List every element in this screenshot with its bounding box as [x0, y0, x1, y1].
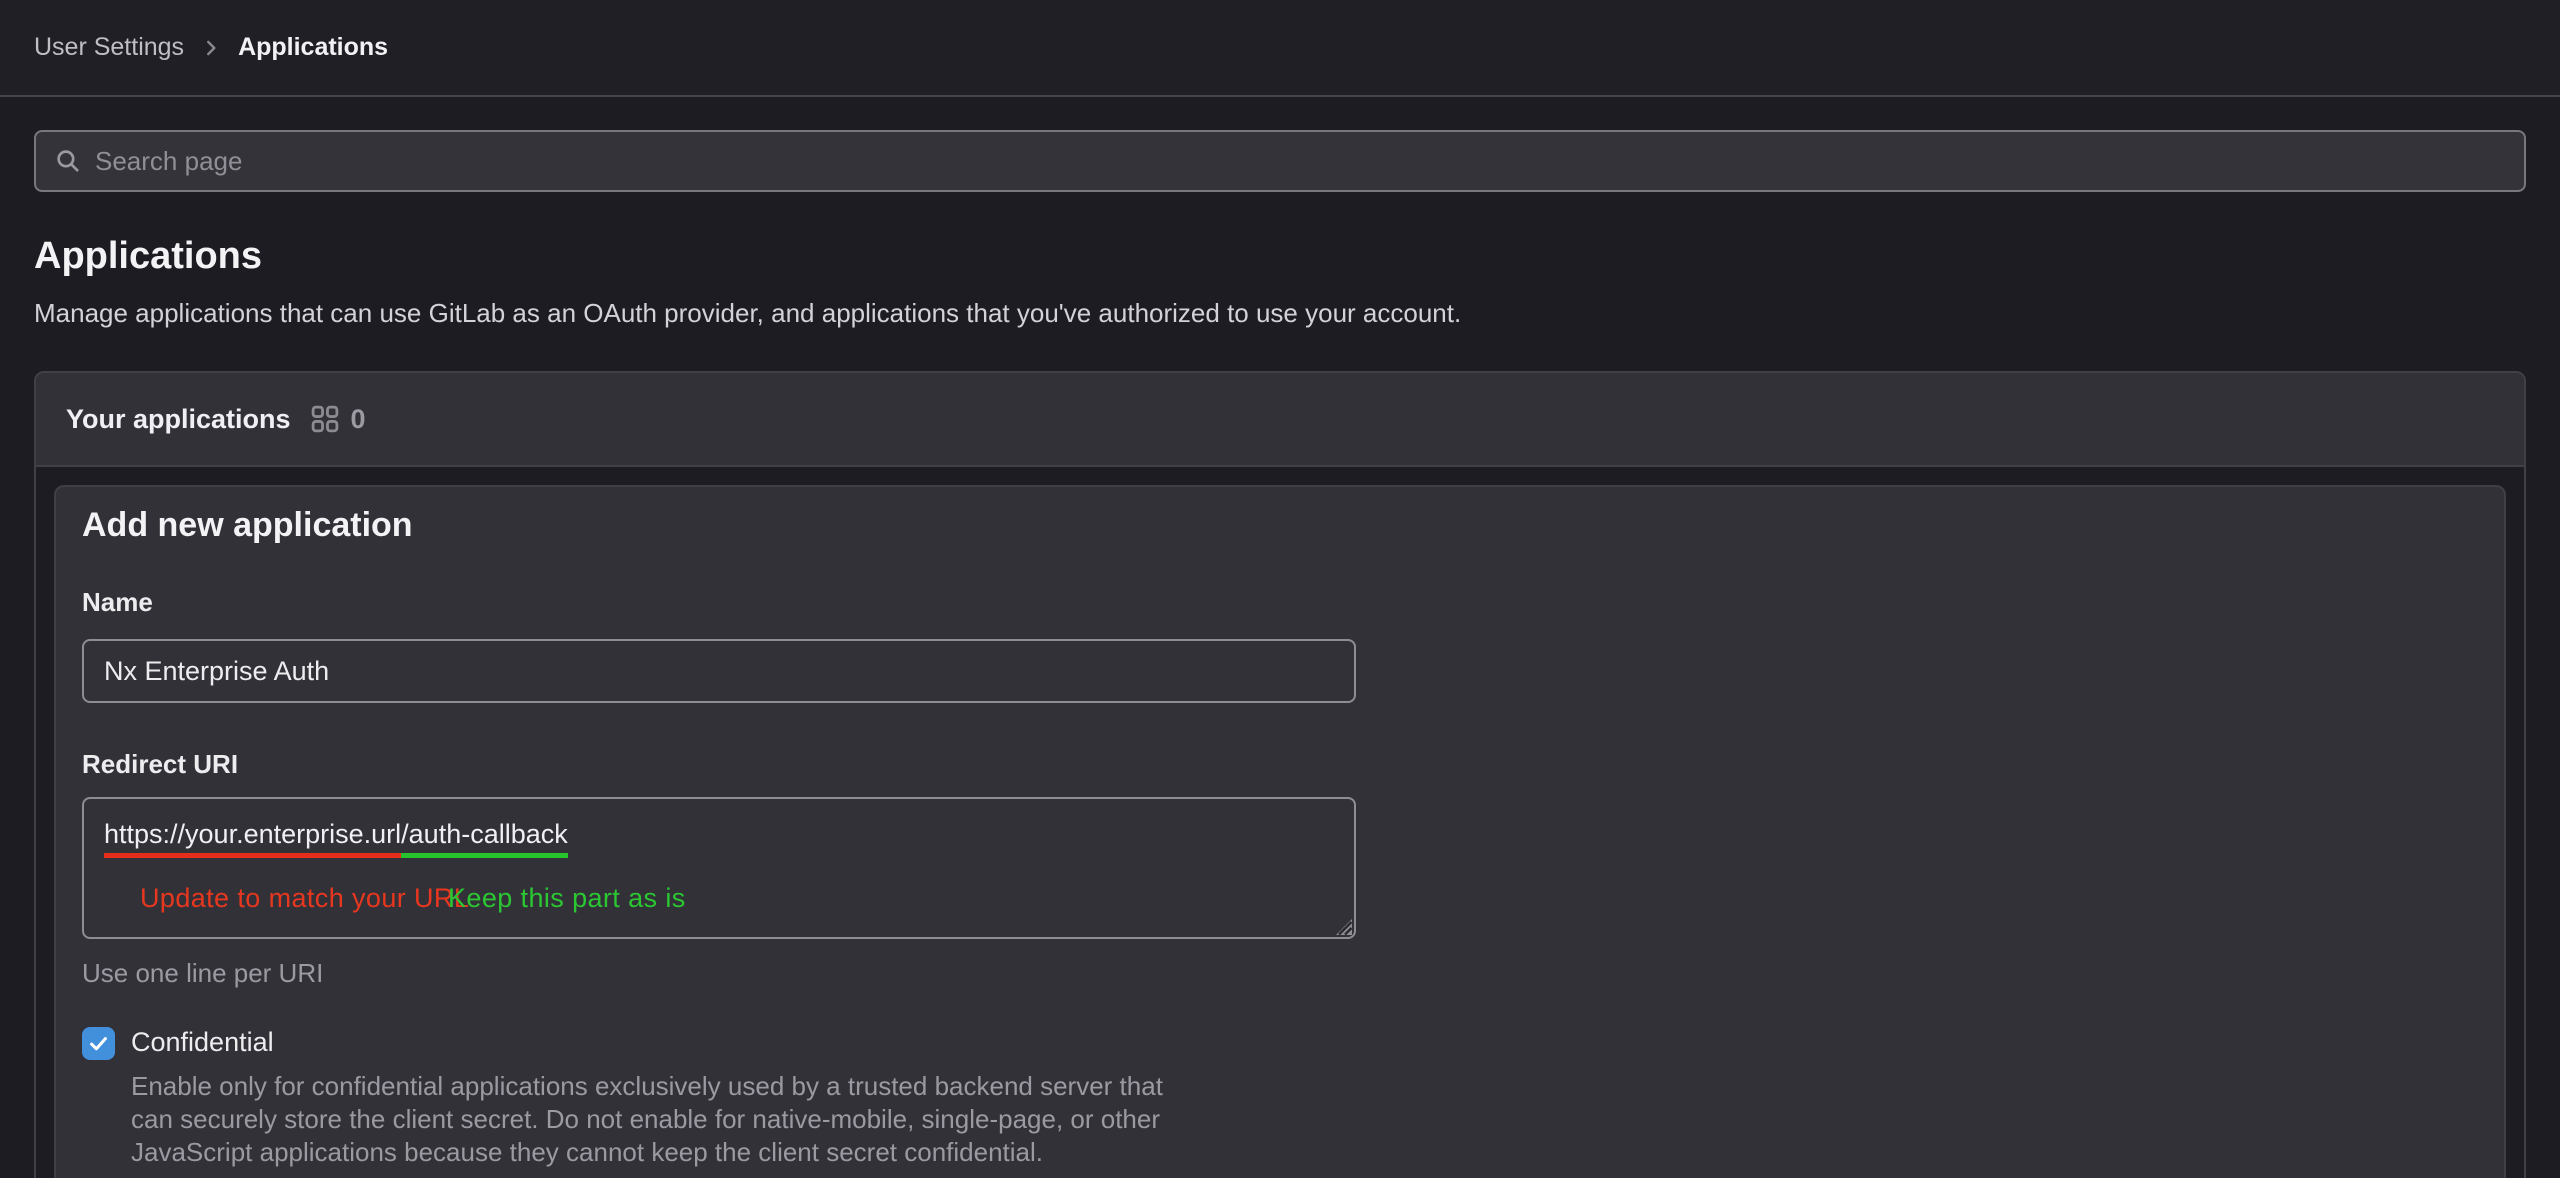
redirect-uri-label: Redirect URI	[82, 749, 2478, 779]
applications-count-badge: 0	[351, 404, 366, 435]
breadcrumb: User Settings Applications	[0, 0, 2560, 97]
your-applications-panel: Your applications 0 Add new application …	[34, 371, 2526, 1178]
confidential-help-text: Enable only for confidential application…	[131, 1070, 1163, 1169]
confidential-checkbox[interactable]	[82, 1027, 115, 1060]
redirect-uri-path-part: /auth-callback	[401, 818, 568, 858]
confidential-label[interactable]: Confidential	[131, 1024, 1163, 1060]
page-search-bar[interactable]	[34, 130, 2526, 192]
redirect-uri-host-part: https://your.enterprise.url	[104, 818, 401, 858]
panel-title: Your applications	[66, 404, 291, 435]
breadcrumb-user-settings[interactable]: User Settings	[34, 33, 184, 62]
annotation-update-url: Update to match your URL	[140, 883, 469, 914]
page-description: Manage applications that can use GitLab …	[34, 298, 2526, 328]
search-icon	[54, 147, 82, 175]
application-name-input[interactable]	[82, 639, 1356, 703]
search-input[interactable]	[95, 132, 2506, 190]
annotation-keep-part: Keep this part as is	[448, 883, 686, 914]
add-new-application-card: Add new application Name Redirect URI ht…	[54, 485, 2506, 1178]
confidential-row: Confidential Enable only for confidentia…	[82, 1024, 2478, 1169]
chevron-right-icon	[200, 37, 222, 59]
applications-grid-icon	[311, 405, 339, 433]
redirect-uri-hint: Use one line per URI	[82, 958, 2478, 988]
your-applications-header: Your applications 0	[36, 373, 2524, 467]
checkmark-icon	[87, 1032, 110, 1055]
panel-body: Add new application Name Redirect URI ht…	[36, 467, 2524, 1178]
redirect-uri-value: https://your.enterprise.url/auth-callbac…	[104, 818, 1334, 858]
confidential-help-line: JavaScript applications because they can…	[131, 1136, 1163, 1169]
page-title: Applications	[34, 234, 2526, 278]
add-new-application-title: Add new application	[82, 505, 2478, 545]
confidential-help-line: Enable only for confidential application…	[131, 1070, 1163, 1103]
name-label: Name	[82, 587, 2478, 617]
confidential-help-line: can securely store the client secret. Do…	[131, 1103, 1163, 1136]
redirect-uri-textarea[interactable]: https://your.enterprise.url/auth-callbac…	[82, 797, 1356, 939]
breadcrumb-applications: Applications	[238, 33, 388, 62]
resize-grip-icon[interactable]	[1335, 918, 1352, 935]
